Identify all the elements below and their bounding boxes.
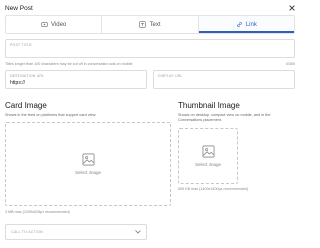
destination-url-label: DESTINATION URL [10, 74, 45, 78]
thumbnail-image-title: Thumbnail Image [178, 101, 240, 110]
thumbnail-image-size-note: 500 KB max (1400x1400px recommended) [178, 187, 249, 191]
call-to-action-label: CALL TO ACTION [11, 230, 43, 234]
tab-text[interactable]: Text [102, 16, 199, 33]
call-to-action-select[interactable]: CALL TO ACTION [5, 224, 147, 240]
card-image-upload-label: Select image [74, 170, 101, 175]
post-title-counter: 0/300 [285, 62, 295, 66]
close-icon[interactable] [288, 4, 296, 12]
card-image-size-note: 3 MB max (1200x628px recommended) [5, 210, 70, 214]
link-icon [237, 22, 242, 27]
modal-title: New Post [5, 5, 33, 12]
tab-link[interactable]: Link [198, 16, 294, 33]
thumbnail-image-upload[interactable]: Select image [178, 128, 238, 184]
thumbnail-image-upload-label: Select image [194, 162, 221, 167]
card-image-title: Card Image [5, 101, 47, 110]
destination-url-field[interactable]: DESTINATION URL https:// [5, 70, 147, 89]
video-icon [41, 22, 48, 27]
post-title-label: POST TITLE [10, 43, 32, 47]
text-icon [139, 21, 147, 28]
card-image-description: Shows in the feed on platforms that supp… [5, 113, 97, 117]
post-title-hint: Titles longer than 100 characters may be… [5, 62, 133, 66]
thumbnail-image-description: Shows on desktop, compact view on mobile… [178, 113, 271, 123]
tab-text-label: Text [149, 21, 161, 28]
tab-link-label: Link [245, 21, 257, 28]
post-type-tabs: Video Text Link [5, 15, 295, 34]
post-title-field[interactable]: POST TITLE [5, 39, 295, 58]
display-url-field[interactable]: DISPLAY URL [153, 70, 295, 89]
tab-video-label: Video [51, 21, 67, 28]
display-url-label: DISPLAY URL [158, 74, 183, 78]
destination-url-value: https:// [10, 80, 26, 86]
card-image-upload[interactable]: Select image [5, 122, 171, 206]
tab-video[interactable]: Video [6, 16, 103, 33]
image-icon [202, 145, 214, 158]
image-icon [82, 153, 94, 166]
chevron-down-icon [135, 230, 141, 234]
